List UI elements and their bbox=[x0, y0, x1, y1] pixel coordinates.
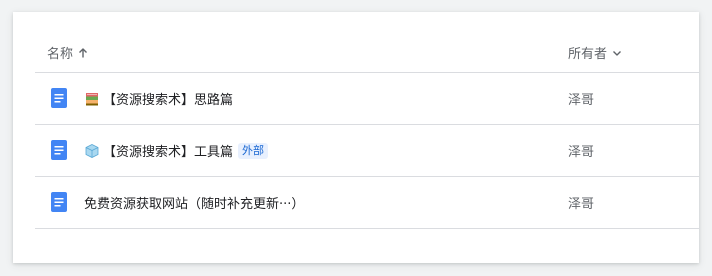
chevron-down-icon[interactable] bbox=[611, 47, 623, 59]
file-row[interactable]: 【资源搜索术】工具篇 外部 泽哥 bbox=[35, 125, 699, 177]
google-docs-icon bbox=[49, 192, 69, 212]
books-icon bbox=[84, 91, 100, 107]
file-name[interactable]: 免费资源获取网站（随时补充更新···） bbox=[84, 177, 304, 228]
file-owner: 泽哥 bbox=[568, 93, 595, 108]
file-owner: 泽哥 bbox=[568, 197, 595, 212]
file-name[interactable]: 【资源搜索术】思路篇 bbox=[84, 73, 233, 124]
file-row[interactable]: 【资源搜索术】思路篇 泽哥 bbox=[35, 73, 699, 125]
name-column-header[interactable]: 名称 bbox=[47, 43, 89, 62]
owner-column-header[interactable]: 所有者 bbox=[568, 43, 623, 62]
file-owner: 泽哥 bbox=[568, 145, 595, 160]
file-title: 【资源搜索术】思路篇 bbox=[103, 93, 234, 108]
ice-cube-icon bbox=[84, 143, 100, 159]
name-column-label: 名称 bbox=[47, 47, 74, 62]
arrow-up-icon[interactable] bbox=[77, 47, 89, 59]
file-list-header: 名称 所有者 bbox=[35, 12, 699, 73]
google-docs-icon bbox=[49, 88, 69, 108]
external-badge: 外部 bbox=[238, 142, 269, 159]
file-list-card: 名称 所有者 【资源搜索术】思路篇 泽哥 【资源搜索术】工具篇 外部 泽哥 免费… bbox=[13, 12, 699, 263]
file-title: 【资源搜索术】工具篇 bbox=[103, 145, 234, 160]
file-name[interactable]: 【资源搜索术】工具篇 外部 bbox=[84, 125, 269, 176]
file-row[interactable]: 免费资源获取网站（随时补充更新···） 泽哥 bbox=[35, 177, 699, 229]
google-docs-icon bbox=[49, 140, 69, 160]
file-title: 免费资源获取网站（随时补充更新···） bbox=[84, 197, 305, 212]
owner-column-label: 所有者 bbox=[568, 47, 608, 62]
